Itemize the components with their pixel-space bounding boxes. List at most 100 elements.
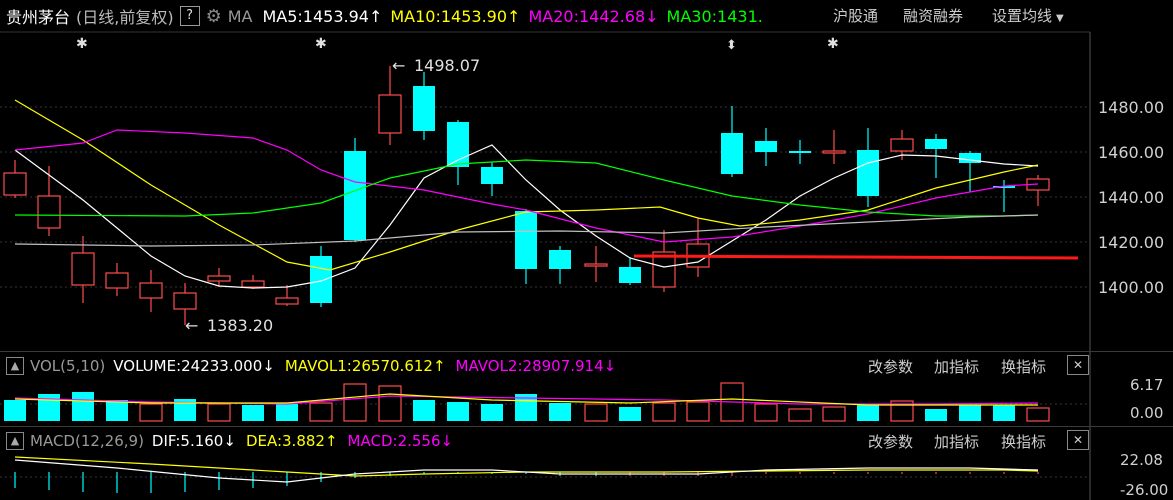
candle: [344, 138, 366, 242]
volume-bar: [993, 405, 1015, 421]
volume-bar: [1026, 407, 1050, 422]
macd-axis-bottom: -26.00: [1120, 481, 1168, 499]
macd-close-icon[interactable]: ✕: [1067, 430, 1089, 450]
candle: [549, 246, 571, 284]
volume-arrow: ↓: [262, 357, 275, 375]
volume-bar: [652, 402, 676, 422]
volume-axis: 6.17 0.00: [1130, 376, 1163, 422]
candle: [755, 128, 777, 166]
candle-body: [789, 151, 811, 153]
volume-bar: [72, 392, 94, 421]
price-tick: 1480.00: [1098, 98, 1164, 117]
price-tick: 1440.00: [1098, 188, 1164, 207]
candle: [71, 236, 95, 303]
volume-bar: [584, 403, 608, 422]
candle: [3, 160, 27, 198]
macd-chart: [14, 456, 1039, 493]
volume-bar: [276, 404, 298, 421]
candle: [686, 218, 710, 277]
candle-body: [139, 282, 163, 299]
candle: [37, 166, 61, 236]
macd-indicator-label[interactable]: MACD(12,26,9): [30, 432, 144, 450]
candle: [241, 275, 265, 289]
price-axis: 1480.00 1460.00 1440.00 1420.00 1400.00: [1098, 98, 1164, 297]
volume-close-icon[interactable]: ✕: [1067, 355, 1089, 375]
candle-body: [481, 167, 503, 184]
volume-bar: [413, 400, 435, 421]
candle: [1026, 175, 1050, 206]
collapse-macd-icon[interactable]: ▲: [6, 432, 24, 450]
event-star-icon: ✱: [76, 36, 88, 52]
candle: [584, 246, 608, 282]
volume-indicator-label[interactable]: VOL(5,10): [30, 357, 105, 375]
candle-body: [207, 275, 231, 282]
volume-bar: [242, 405, 264, 421]
candle-body: [755, 141, 777, 152]
macd-change-params-button[interactable]: 改参数: [868, 431, 913, 452]
support-line: [633, 254, 1079, 260]
candle: [789, 140, 811, 164]
volume-bar: [4, 400, 26, 421]
volume-header: ▲ VOL(5,10) VOLUME:24233.000 ↓ MAVOL1:26…: [0, 351, 1173, 380]
event-star-icon: ✱: [827, 36, 839, 52]
price-tick: 1460.00: [1098, 143, 1164, 162]
volume-axis-bottom: 0.00: [1130, 404, 1163, 422]
volume-bar: [139, 403, 163, 422]
candle: [721, 106, 743, 177]
candle-body: [413, 86, 435, 131]
volume-bar: [378, 385, 402, 422]
volume-add-indicator-button[interactable]: 加指标: [934, 356, 979, 377]
dea-value: DEA:3.882: [245, 432, 325, 450]
volume-switch-indicator-button[interactable]: 换指标: [1001, 356, 1046, 377]
candle-body: [241, 280, 265, 288]
candle: [481, 162, 503, 196]
volume-value: VOLUME:24233.000: [113, 357, 263, 375]
low-arrow-icon: ←: [185, 316, 198, 335]
event-star-icon: ✱: [315, 36, 327, 52]
dif-arrow: ↓: [223, 432, 236, 450]
dea-arrow: ↑: [324, 432, 338, 450]
candle-body: [105, 272, 129, 289]
candle-body: [890, 138, 914, 152]
macd-arrow: ↓: [440, 432, 454, 450]
low-annotation: ← 1383.20: [185, 316, 273, 335]
candle-body: [584, 263, 608, 267]
collapse-volume-icon[interactable]: ▲: [6, 357, 24, 375]
candle-body: [173, 292, 197, 310]
high-annotation: ← 1498.07: [392, 56, 480, 75]
candle: [275, 285, 299, 306]
candle: [515, 209, 537, 284]
volume-bar: [925, 409, 947, 421]
ma30-line: [14, 159, 1039, 217]
high-value: 1498.07: [414, 56, 480, 75]
volume-bar: [754, 403, 778, 422]
candle: [447, 120, 469, 185]
mavol2-arrow: ↓: [603, 357, 617, 375]
candle: [652, 230, 676, 292]
volume-bar: [788, 408, 812, 422]
candle-body: [515, 211, 537, 269]
candle: [959, 151, 981, 192]
candle-body: [71, 252, 95, 286]
volume-bar: [549, 403, 571, 421]
mavol2-value: MAVOL2:28907.914: [455, 357, 604, 375]
dif-value: DIF:5.160: [151, 432, 224, 450]
volume-bar: [857, 405, 879, 421]
candles: [3, 66, 1050, 325]
volume-bar: [343, 383, 367, 422]
volume-bar: [481, 404, 503, 421]
volume-bar: [686, 401, 710, 422]
candle-body: [275, 297, 299, 305]
volume-bar: [309, 402, 333, 422]
candle-body: [3, 172, 27, 196]
macd-axis: 22.08 -26.00: [1120, 451, 1168, 499]
macd-switch-indicator-button[interactable]: 换指标: [1001, 431, 1046, 452]
candle: [378, 66, 402, 145]
mavol1-arrow: ↑: [432, 357, 446, 375]
candle-body: [925, 139, 947, 149]
macd-add-indicator-button[interactable]: 加指标: [934, 431, 979, 452]
mavol1-value: MAVOL1:26570.612: [284, 357, 433, 375]
candle-body: [344, 151, 366, 240]
volume-change-params-button[interactable]: 改参数: [868, 356, 913, 377]
kline-chart[interactable]: ✱ ✱ ✱ ⬍ ← 1498.07 ← 1383.20 1480.00 1460…: [0, 0, 1173, 500]
